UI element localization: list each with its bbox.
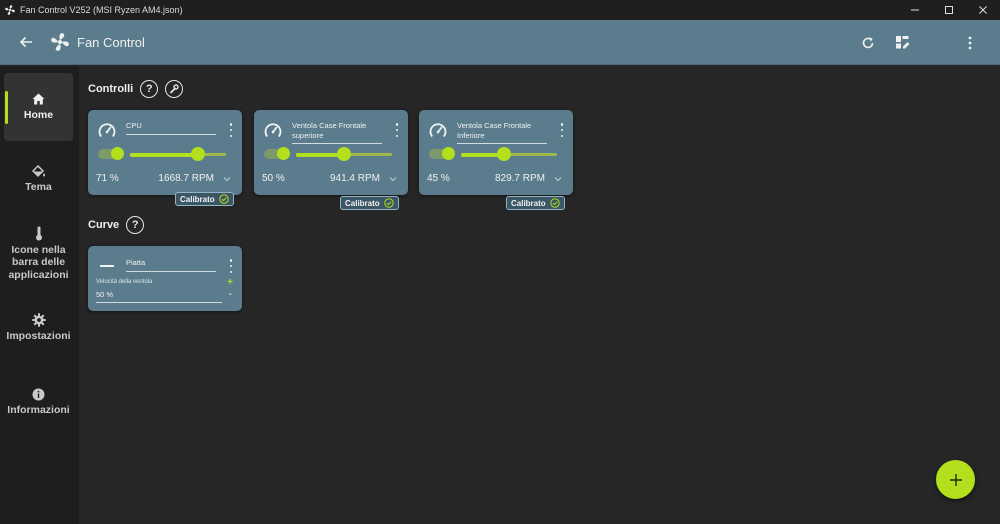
control-card-front-bottom[interactable]: Ventola Case Frontale Inferiore 45 % 829… [419,110,573,195]
title-bar: Fan Control V252 (MSI Ryzen AM4.json) [0,0,1000,20]
curves-header: Curve ? [88,216,145,234]
badge-label: Calibrato [180,194,215,204]
fan-logo-icon [51,33,69,51]
back-arrow-icon [19,36,32,48]
curves-title: Curve [88,219,120,231]
add-button[interactable] [936,460,975,499]
slider-thumb[interactable] [191,147,206,161]
minimize-button[interactable] [898,0,932,20]
home-icon [32,92,46,106]
slider-thumb[interactable] [337,147,351,161]
more-vert-icon[interactable] [394,123,400,137]
controls-title: Controlli [88,83,134,95]
more-options-button[interactable] [960,33,980,53]
fan-logo-icon [5,5,15,15]
back-button[interactable] [16,32,36,52]
sidebar-item-label: Informazioni [7,404,70,417]
app-bar: Fan Control [0,20,1000,65]
chevron-down-icon[interactable] [222,174,232,184]
more-vert-icon [968,36,972,49]
sidebar-item-settings[interactable]: Impostazioni [4,310,73,346]
sidebar-item-label: Tema [25,181,52,194]
control-rpm: 1668.7 RPM [158,173,214,184]
control-slider[interactable] [130,147,226,161]
calibrated-badge: Calibrato [506,196,565,210]
decrement-button[interactable]: - [229,289,232,300]
sidebar-item-home[interactable]: Home [4,73,73,141]
increment-button[interactable]: + [227,277,233,288]
curve-name[interactable]: Piatta [126,258,216,272]
info-icon [32,387,46,401]
control-percent: 50 % [262,173,285,184]
maximize-button[interactable] [932,0,966,20]
refresh-button[interactable] [858,33,878,53]
slider-thumb[interactable] [497,147,512,161]
check-circle-icon [549,198,560,208]
close-icon [979,6,987,14]
sidebar-item-label: Home [23,109,54,122]
sidebar-item-tema[interactable]: Tema [4,154,73,204]
control-percent: 71 % [96,173,119,184]
calibrated-badge: Calibrato [175,192,234,206]
control-enable-toggle[interactable] [264,147,290,160]
controls-header: Controlli ? [88,80,184,98]
badge-label: Calibrato [511,198,546,208]
control-slider[interactable] [296,147,392,161]
gauge-icon [429,123,447,138]
calibrated-badge: Calibrato [340,196,399,210]
help-icon[interactable]: ? [126,216,145,234]
gauge-icon [264,123,282,138]
sidebar-item-tray-icons[interactable]: Icone nella barra delle applicazioni [4,222,73,286]
more-vert-icon[interactable] [559,123,565,137]
close-button[interactable] [966,0,1000,20]
refresh-icon [862,36,874,48]
control-name[interactable]: Ventola Case Frontale Inferiore [457,121,547,144]
plus-icon [949,473,962,486]
help-icon[interactable]: ? [140,80,159,98]
control-enable-toggle[interactable] [429,147,455,160]
control-card-front-top[interactable]: Ventola Case Frontale superiore 50 % 941… [254,110,408,195]
control-name[interactable]: CPU [126,121,216,135]
flat-curve-icon [100,265,114,267]
wrench-icon[interactable] [165,80,184,98]
control-rpm: 829.7 RPM [494,173,545,184]
badge-label: Calibrato [345,198,380,208]
check-circle-icon [383,198,394,208]
sidebar: Home Tema Icone nella barra delle applic… [0,66,79,524]
fan-speed-input[interactable]: 50 % [96,290,222,303]
more-vert-icon[interactable] [228,123,234,137]
paint-bucket-icon [31,164,46,178]
curve-card-piatta[interactable]: Piatta Velocità della ventola 50 % + - [88,246,242,311]
thermometer-icon [32,226,46,241]
gear-icon [31,313,46,327]
control-name[interactable]: Ventola Case Frontale superiore [292,121,382,144]
window-title: Fan Control V252 (MSI Ryzen AM4.json) [20,5,183,15]
control-percent: 45 % [427,173,450,184]
more-vert-icon[interactable] [228,259,234,273]
chevron-down-icon[interactable] [553,174,563,184]
control-enable-toggle[interactable] [98,147,124,160]
control-slider[interactable] [461,147,557,161]
dashboard-edit-button[interactable] [892,33,912,53]
dashboard-edit-icon [895,36,909,49]
sidebar-item-label: Icone nella barra delle applicazioni [8,243,69,281]
chevron-down-icon[interactable] [388,174,398,184]
fan-speed-label: Velocità della ventola [96,279,153,285]
check-circle-icon [218,194,229,204]
app-title: Fan Control [77,34,145,50]
sidebar-item-info[interactable]: Informazioni [4,384,73,420]
control-rpm: 941.4 RPM [329,173,380,184]
control-card-cpu[interactable]: CPU 71 % 1668.7 RPM [88,110,242,195]
sidebar-item-label: Impostazioni [6,330,71,343]
gauge-icon [98,123,116,138]
maximize-icon [945,6,953,14]
minimize-icon [911,9,919,11]
